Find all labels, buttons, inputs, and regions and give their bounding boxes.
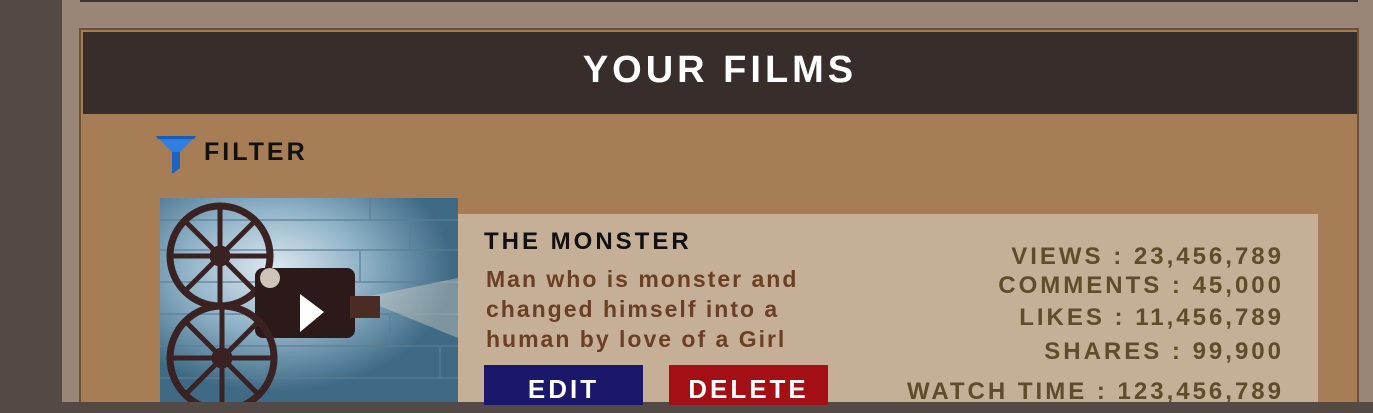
film-thumbnail[interactable] xyxy=(160,198,458,402)
edit-button[interactable]: EDIT xyxy=(484,365,643,405)
film-projector-image xyxy=(160,198,458,402)
film-description-line: human by love of a Girl xyxy=(486,326,787,352)
filter-label: FILTER xyxy=(204,137,308,166)
film-description: Man who is monster and changed himself i… xyxy=(486,264,866,354)
filter-button[interactable]: FILTER xyxy=(156,136,308,174)
film-description-line: Man who is monster and xyxy=(486,266,799,292)
panel-header: YOUR FILMS xyxy=(83,32,1357,114)
views-stat: VIEWS : 23,456,789 xyxy=(1011,243,1284,270)
film-description-line: changed himself into a xyxy=(486,296,780,322)
page-title: YOUR FILMS xyxy=(582,48,858,91)
film-card: THE MONSTER Man who is monster and chang… xyxy=(458,214,1318,405)
film-title: THE MONSTER xyxy=(484,228,692,255)
top-divider xyxy=(80,0,1358,2)
shares-stat: SHARES : 99,900 xyxy=(1044,338,1284,365)
delete-button[interactable]: DELETE xyxy=(669,365,828,405)
funnel-icon xyxy=(156,136,196,174)
likes-stat: LIKES : 11,456,789 xyxy=(1019,304,1284,331)
comments-stat: COMMENTS : 45,000 xyxy=(998,272,1284,299)
